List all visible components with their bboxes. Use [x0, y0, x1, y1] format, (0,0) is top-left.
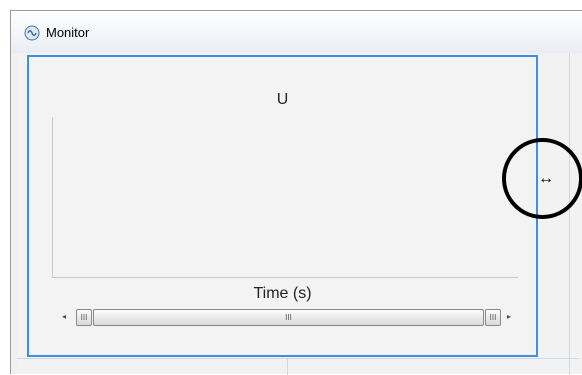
monitor-icon: [24, 25, 40, 41]
horizontal-resize-cursor-icon: ↔: [538, 170, 554, 187]
plot-title: U: [276, 91, 289, 108]
x-axis-label: Time (s): [253, 285, 312, 302]
horizontal-scrollbar[interactable]: ◂ III III III ▸: [61, 309, 516, 326]
scroll-left-handle[interactable]: III: [76, 309, 92, 326]
scroll-left-arrow-icon[interactable]: ◂: [62, 313, 66, 321]
plot-panel[interactable]: U Time (s) ◂ III III III ▸: [27, 55, 538, 357]
scroll-track[interactable]: III III III: [76, 309, 501, 326]
monitor-window: Monitor U Time (s) ◂ III III III ▸ ↔: [10, 10, 582, 375]
panel-divider-vertical[interactable]: [569, 53, 570, 375]
scroll-right-arrow-icon[interactable]: ▸: [507, 313, 511, 321]
window-title: Monitor: [46, 25, 90, 40]
panel-divider-lower[interactable]: [287, 358, 288, 375]
panel-divider-horizontal[interactable]: [17, 358, 579, 359]
scroll-thumb[interactable]: III: [93, 309, 484, 326]
title-bar[interactable]: Monitor: [11, 11, 582, 53]
plot-area[interactable]: [52, 117, 518, 278]
scroll-right-handle[interactable]: III: [485, 309, 501, 326]
